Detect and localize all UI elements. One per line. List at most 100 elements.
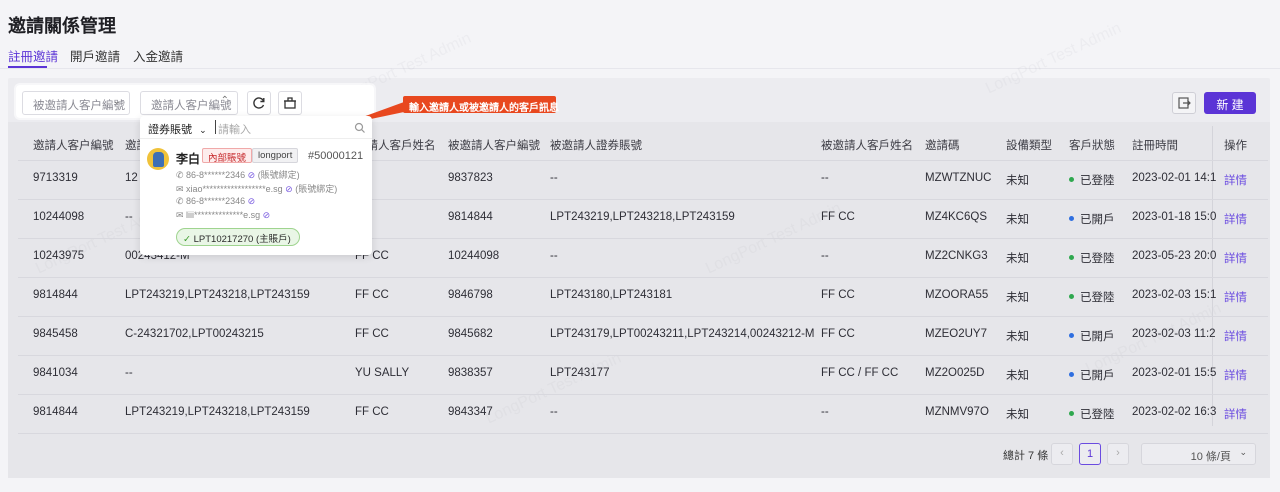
cell-invitee-no: 9843347 (448, 406, 493, 418)
clear-button[interactable] (278, 91, 302, 115)
tab-divider (0, 68, 1280, 69)
status-dot (1069, 294, 1074, 300)
text-cursor (215, 120, 216, 134)
cell-time: 2023-02-02 16:3 (1132, 406, 1217, 418)
cell-op[interactable]: 詳情 (1224, 328, 1247, 344)
status-dot (1069, 333, 1074, 339)
chevron-down-icon: ⌄ (199, 125, 207, 135)
tab-register-invite[interactable]: 註冊邀請 (8, 46, 58, 65)
page-size-value: 10 條/頁 (1190, 451, 1231, 463)
phone-icon: ✆ (176, 196, 187, 206)
status-dot (1069, 372, 1074, 378)
contact-line-email1: ✉ xiao******************e.sg ⊘ (賬號綁定) (176, 182, 337, 195)
cell-op[interactable]: 詳情 (1224, 289, 1247, 305)
account-type-label: 證券賬號 (148, 124, 192, 136)
status-text: 已開戶 (1080, 214, 1115, 226)
row-divider (18, 433, 1268, 434)
status-text: 已開戶 (1080, 370, 1115, 382)
col-header: 被邀請人證券賬號 (550, 140, 642, 152)
cell-time: 2023-01-18 15:0 (1132, 211, 1217, 223)
account-type-select[interactable]: 證券賬號 ⌄ (148, 121, 207, 137)
internal-account-tag: 內部賬號 (202, 148, 253, 164)
col-header: 被邀請人客户編號 (448, 140, 540, 152)
cell-device: 未知 (1006, 370, 1029, 382)
cell-op[interactable]: 詳情 (1224, 211, 1247, 227)
cell-time: 2023-02-01 14:1 (1132, 172, 1217, 184)
cell-device: 未知 (1006, 331, 1029, 343)
cell-invitee-name: -- (821, 250, 829, 262)
clear-icon (284, 97, 296, 109)
tab-deposit-invite[interactable]: 入金邀請 (133, 46, 183, 65)
cell-invitee-acct: -- (550, 250, 558, 262)
eye-slash-icon[interactable]: ⊘ (263, 210, 271, 220)
cell-inviter-acct: -- (125, 367, 133, 379)
new-button[interactable]: 新 建 (1204, 92, 1256, 114)
cell-invitee-name: -- (821, 406, 829, 418)
cell-device: 未知 (1006, 175, 1029, 187)
refresh-button[interactable] (247, 91, 271, 115)
cell-inviter-name: YU SALLY (355, 367, 410, 379)
eye-slash-icon[interactable]: ⊘ (285, 184, 293, 194)
customer-search-dropdown: 證券賬號 ⌄ 請輸入 李白 內部賬號 longport #50000121 ✆ … (140, 116, 372, 255)
cell-inviter-name: FF CC (355, 289, 389, 301)
next-page-button[interactable]: › (1107, 443, 1129, 465)
row-divider (18, 316, 1268, 317)
cell-code: MZ2CNKG3 (925, 250, 988, 262)
cell-op[interactable]: 詳情 (1224, 367, 1247, 383)
cell-inviter-acct: -- (125, 211, 133, 223)
col-header: 客戶狀態 (1069, 140, 1115, 152)
cell-inviter-acct: LPT243219,LPT243218,LPT243159 (125, 289, 310, 301)
invitee-no-select[interactable]: 被邀請人客户編號 ⌄ (22, 91, 130, 115)
main-account-chip[interactable]: ✓ LPT10217270 (主賬戶) (176, 228, 300, 246)
cell-invitee-name: -- (821, 172, 829, 184)
cell-invitee-acct: LPT243180,LPT243181 (550, 289, 673, 301)
email-value: xiao******************e.sg (186, 184, 283, 194)
cell-invitee-no: 9838357 (448, 367, 493, 379)
tab-account-open-invite[interactable]: 開戶邀請 (70, 46, 120, 65)
cell-op[interactable]: 詳情 (1224, 250, 1247, 266)
cell-status: 已登陸 (1069, 172, 1115, 188)
chevron-down-icon: ⌄ (112, 96, 121, 107)
cell-invitee-name: FF CC / FF CC (821, 367, 899, 379)
cell-device: 未知 (1006, 292, 1029, 304)
active-tab-indicator (8, 66, 47, 68)
cell-op[interactable]: 詳情 (1224, 172, 1247, 188)
cell-invitee-no: 9814844 (448, 211, 493, 223)
binding-note: (賬號綁定) (257, 170, 300, 180)
status-text: 已登陸 (1080, 175, 1115, 187)
dropdown-search-input[interactable]: 請輸入 (218, 121, 251, 137)
export-button[interactable] (1172, 92, 1196, 114)
eye-slash-icon[interactable]: ⊘ (248, 170, 256, 180)
pagination-total: 總計 7 條 (1003, 450, 1049, 462)
cell-invitee-acct: -- (550, 172, 558, 184)
page-button-current[interactable]: 1 (1079, 443, 1101, 465)
cell-inviter-acct: 12 (125, 172, 138, 184)
customer-name: 李白 (176, 152, 201, 166)
prev-page-button[interactable]: ‹ (1051, 443, 1073, 465)
cell-invitee-acct: LPT243219,LPT243218,LPT243159 (550, 211, 735, 223)
cell-invitee-no: 10244098 (448, 250, 500, 262)
fixed-column-divider (1212, 126, 1213, 426)
chevron-left-icon: ‹ (1060, 447, 1064, 459)
export-icon (1178, 97, 1191, 109)
cell-op[interactable]: 詳情 (1224, 406, 1247, 422)
phone-icon: ✆ (176, 170, 187, 180)
customer-id: #50000121 (308, 150, 364, 162)
inviter-no-select[interactable]: 邀請人客户編號 ⌃ (140, 91, 238, 115)
cell-inviter-no: 9841034 (33, 367, 78, 379)
contact-line-email2: ✉ liii**************e.sg ⊘ (176, 210, 270, 221)
check-circle-icon: ✓ (183, 234, 194, 245)
cell-code: MZ2O025D (925, 367, 985, 379)
cell-invitee-no: 9845682 (448, 328, 493, 340)
brand-tag: longport (252, 148, 299, 163)
cell-status: 已開戶 (1069, 367, 1115, 383)
cell-inviter-no: 9713319 (33, 172, 78, 184)
chevron-up-icon: ⌃ (220, 95, 229, 106)
page-title: 邀請關係管理 (8, 16, 116, 36)
status-text: 已登陸 (1080, 292, 1115, 304)
eye-slash-icon[interactable]: ⊘ (248, 196, 256, 206)
invitee-no-placeholder: 被邀請人客户編號 (33, 100, 125, 112)
col-header: 邀請碼 (925, 140, 960, 152)
page-size-select[interactable]: 10 條/頁 ⌄ (1141, 443, 1256, 465)
cell-inviter-name: FF CC (355, 406, 389, 418)
